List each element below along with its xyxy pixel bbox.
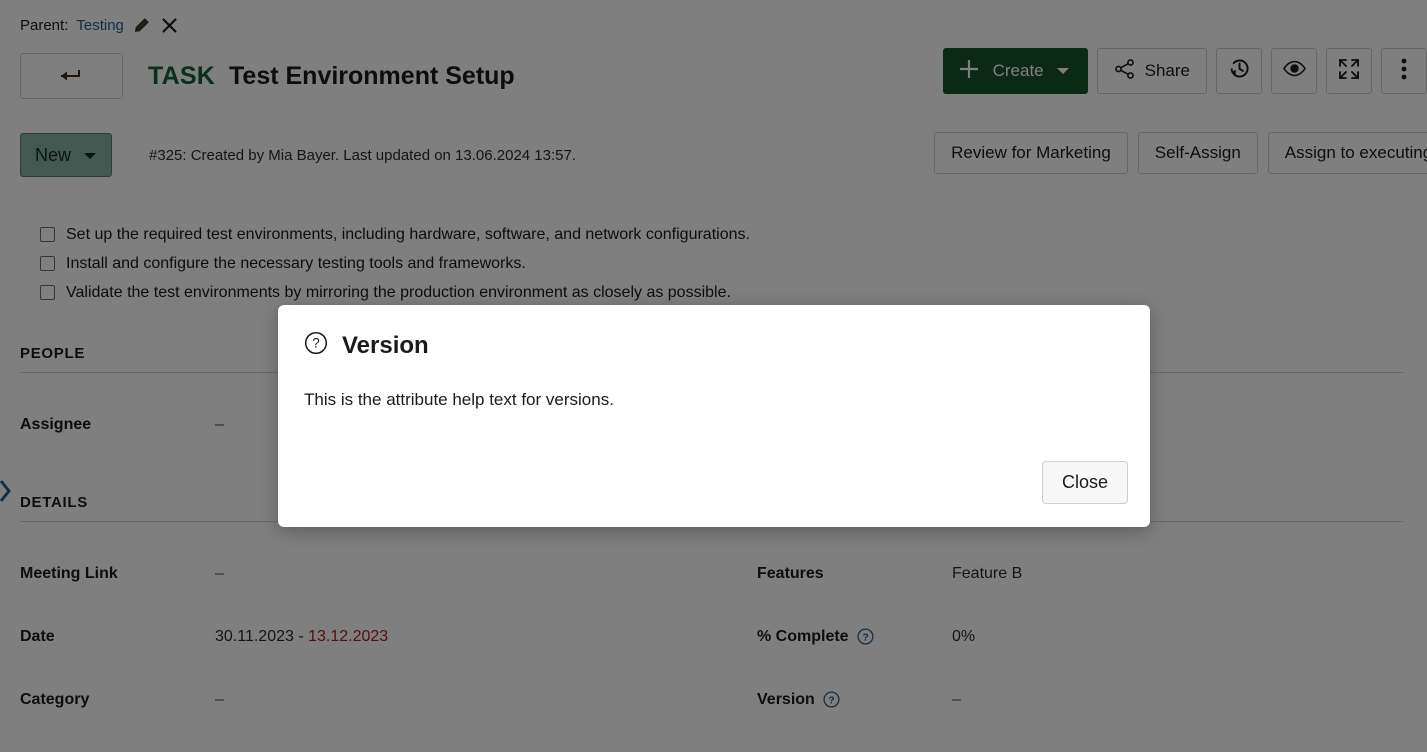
help-dialog: ? Version This is the attribute help tex… — [278, 305, 1150, 527]
dialog-body-text: This is the attribute help text for vers… — [304, 390, 1124, 410]
help-circle-icon: ? — [304, 331, 328, 360]
close-button[interactable]: Close — [1042, 461, 1128, 504]
dialog-footer: Close — [1042, 461, 1128, 504]
svg-text:?: ? — [312, 336, 320, 351]
dialog-header: ? Version — [304, 331, 1124, 360]
dialog-title: Version — [342, 332, 429, 360]
